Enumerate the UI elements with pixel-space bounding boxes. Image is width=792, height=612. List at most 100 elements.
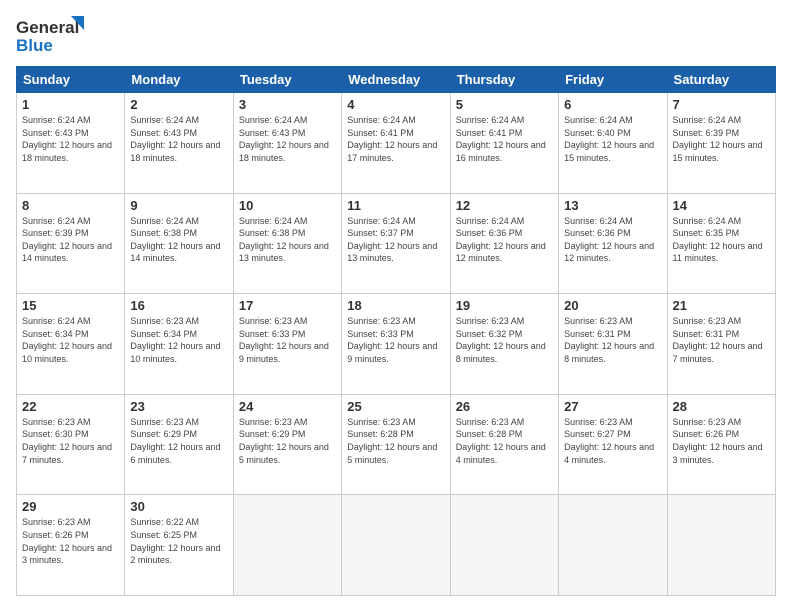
calendar-day-cell: 30 Sunrise: 6:22 AM Sunset: 6:25 PM Dayl… (125, 495, 233, 596)
calendar-day-cell: 2 Sunrise: 6:24 AM Sunset: 6:43 PM Dayli… (125, 93, 233, 194)
header: GeneralBlue (16, 16, 776, 56)
day-info: Sunrise: 6:24 AM Sunset: 6:39 PM Dayligh… (22, 215, 119, 265)
day-info: Sunrise: 6:24 AM Sunset: 6:36 PM Dayligh… (456, 215, 553, 265)
day-number: 24 (239, 399, 336, 414)
day-info: Sunrise: 6:23 AM Sunset: 6:29 PM Dayligh… (130, 416, 227, 466)
day-number: 10 (239, 198, 336, 213)
svg-text:General: General (16, 18, 79, 37)
calendar-day-cell: 7 Sunrise: 6:24 AM Sunset: 6:39 PM Dayli… (667, 93, 775, 194)
calendar-day-cell: 17 Sunrise: 6:23 AM Sunset: 6:33 PM Dayl… (233, 294, 341, 395)
day-number: 21 (673, 298, 770, 313)
calendar-day-cell: 12 Sunrise: 6:24 AM Sunset: 6:36 PM Dayl… (450, 193, 558, 294)
day-header-monday: Monday (125, 67, 233, 93)
day-info: Sunrise: 6:23 AM Sunset: 6:31 PM Dayligh… (673, 315, 770, 365)
day-number: 23 (130, 399, 227, 414)
calendar-day-cell: 19 Sunrise: 6:23 AM Sunset: 6:32 PM Dayl… (450, 294, 558, 395)
day-number: 20 (564, 298, 661, 313)
day-number: 11 (347, 198, 444, 213)
day-number: 3 (239, 97, 336, 112)
day-info: Sunrise: 6:24 AM Sunset: 6:43 PM Dayligh… (130, 114, 227, 164)
day-number: 9 (130, 198, 227, 213)
calendar-day-cell: 18 Sunrise: 6:23 AM Sunset: 6:33 PM Dayl… (342, 294, 450, 395)
calendar-day-cell: 13 Sunrise: 6:24 AM Sunset: 6:36 PM Dayl… (559, 193, 667, 294)
day-number: 27 (564, 399, 661, 414)
day-info: Sunrise: 6:23 AM Sunset: 6:33 PM Dayligh… (239, 315, 336, 365)
calendar-day-cell: 9 Sunrise: 6:24 AM Sunset: 6:38 PM Dayli… (125, 193, 233, 294)
calendar-day-cell: 27 Sunrise: 6:23 AM Sunset: 6:27 PM Dayl… (559, 394, 667, 495)
calendar-day-cell: 23 Sunrise: 6:23 AM Sunset: 6:29 PM Dayl… (125, 394, 233, 495)
day-info: Sunrise: 6:22 AM Sunset: 6:25 PM Dayligh… (130, 516, 227, 566)
calendar-day-cell: 1 Sunrise: 6:24 AM Sunset: 6:43 PM Dayli… (17, 93, 125, 194)
day-header-thursday: Thursday (450, 67, 558, 93)
calendar-week-row: 15 Sunrise: 6:24 AM Sunset: 6:34 PM Dayl… (17, 294, 776, 395)
day-info: Sunrise: 6:24 AM Sunset: 6:43 PM Dayligh… (239, 114, 336, 164)
calendar-header-row: SundayMondayTuesdayWednesdayThursdayFrid… (17, 67, 776, 93)
calendar-day-cell: 29 Sunrise: 6:23 AM Sunset: 6:26 PM Dayl… (17, 495, 125, 596)
calendar-table: SundayMondayTuesdayWednesdayThursdayFrid… (16, 66, 776, 596)
logo-icon: GeneralBlue (16, 16, 96, 56)
day-number: 8 (22, 198, 119, 213)
day-number: 18 (347, 298, 444, 313)
day-info: Sunrise: 6:24 AM Sunset: 6:35 PM Dayligh… (673, 215, 770, 265)
day-header-saturday: Saturday (667, 67, 775, 93)
calendar-week-row: 8 Sunrise: 6:24 AM Sunset: 6:39 PM Dayli… (17, 193, 776, 294)
day-info: Sunrise: 6:23 AM Sunset: 6:28 PM Dayligh… (347, 416, 444, 466)
day-number: 1 (22, 97, 119, 112)
day-number: 26 (456, 399, 553, 414)
logo: GeneralBlue (16, 16, 96, 56)
day-info: Sunrise: 6:24 AM Sunset: 6:34 PM Dayligh… (22, 315, 119, 365)
calendar-day-cell: 25 Sunrise: 6:23 AM Sunset: 6:28 PM Dayl… (342, 394, 450, 495)
day-header-tuesday: Tuesday (233, 67, 341, 93)
calendar-day-cell: 16 Sunrise: 6:23 AM Sunset: 6:34 PM Dayl… (125, 294, 233, 395)
day-info: Sunrise: 6:24 AM Sunset: 6:40 PM Dayligh… (564, 114, 661, 164)
day-number: 14 (673, 198, 770, 213)
day-number: 30 (130, 499, 227, 514)
day-info: Sunrise: 6:23 AM Sunset: 6:32 PM Dayligh… (456, 315, 553, 365)
calendar-day-cell: 28 Sunrise: 6:23 AM Sunset: 6:26 PM Dayl… (667, 394, 775, 495)
day-header-sunday: Sunday (17, 67, 125, 93)
day-number: 16 (130, 298, 227, 313)
day-number: 5 (456, 97, 553, 112)
day-number: 15 (22, 298, 119, 313)
calendar-day-cell: 24 Sunrise: 6:23 AM Sunset: 6:29 PM Dayl… (233, 394, 341, 495)
calendar-day-cell: 4 Sunrise: 6:24 AM Sunset: 6:41 PM Dayli… (342, 93, 450, 194)
day-info: Sunrise: 6:23 AM Sunset: 6:27 PM Dayligh… (564, 416, 661, 466)
calendar-day-cell (450, 495, 558, 596)
calendar-day-cell: 20 Sunrise: 6:23 AM Sunset: 6:31 PM Dayl… (559, 294, 667, 395)
day-info: Sunrise: 6:23 AM Sunset: 6:29 PM Dayligh… (239, 416, 336, 466)
day-number: 19 (456, 298, 553, 313)
calendar-week-row: 22 Sunrise: 6:23 AM Sunset: 6:30 PM Dayl… (17, 394, 776, 495)
day-info: Sunrise: 6:23 AM Sunset: 6:26 PM Dayligh… (22, 516, 119, 566)
day-info: Sunrise: 6:24 AM Sunset: 6:37 PM Dayligh… (347, 215, 444, 265)
day-info: Sunrise: 6:24 AM Sunset: 6:43 PM Dayligh… (22, 114, 119, 164)
day-info: Sunrise: 6:24 AM Sunset: 6:41 PM Dayligh… (456, 114, 553, 164)
calendar-day-cell (667, 495, 775, 596)
calendar-day-cell: 6 Sunrise: 6:24 AM Sunset: 6:40 PM Dayli… (559, 93, 667, 194)
day-info: Sunrise: 6:23 AM Sunset: 6:33 PM Dayligh… (347, 315, 444, 365)
day-number: 7 (673, 97, 770, 112)
day-info: Sunrise: 6:24 AM Sunset: 6:38 PM Dayligh… (239, 215, 336, 265)
calendar-day-cell: 15 Sunrise: 6:24 AM Sunset: 6:34 PM Dayl… (17, 294, 125, 395)
calendar-day-cell: 8 Sunrise: 6:24 AM Sunset: 6:39 PM Dayli… (17, 193, 125, 294)
day-number: 28 (673, 399, 770, 414)
day-number: 4 (347, 97, 444, 112)
calendar-day-cell: 11 Sunrise: 6:24 AM Sunset: 6:37 PM Dayl… (342, 193, 450, 294)
calendar-day-cell (559, 495, 667, 596)
calendar-day-cell: 22 Sunrise: 6:23 AM Sunset: 6:30 PM Dayl… (17, 394, 125, 495)
day-info: Sunrise: 6:23 AM Sunset: 6:31 PM Dayligh… (564, 315, 661, 365)
day-number: 22 (22, 399, 119, 414)
day-info: Sunrise: 6:23 AM Sunset: 6:28 PM Dayligh… (456, 416, 553, 466)
day-info: Sunrise: 6:24 AM Sunset: 6:36 PM Dayligh… (564, 215, 661, 265)
day-info: Sunrise: 6:24 AM Sunset: 6:39 PM Dayligh… (673, 114, 770, 164)
day-info: Sunrise: 6:23 AM Sunset: 6:30 PM Dayligh… (22, 416, 119, 466)
svg-text:Blue: Blue (16, 36, 53, 55)
calendar-day-cell: 14 Sunrise: 6:24 AM Sunset: 6:35 PM Dayl… (667, 193, 775, 294)
day-header-friday: Friday (559, 67, 667, 93)
day-info: Sunrise: 6:24 AM Sunset: 6:41 PM Dayligh… (347, 114, 444, 164)
day-number: 2 (130, 97, 227, 112)
day-number: 25 (347, 399, 444, 414)
day-info: Sunrise: 6:23 AM Sunset: 6:34 PM Dayligh… (130, 315, 227, 365)
day-number: 13 (564, 198, 661, 213)
day-info: Sunrise: 6:24 AM Sunset: 6:38 PM Dayligh… (130, 215, 227, 265)
day-info: Sunrise: 6:23 AM Sunset: 6:26 PM Dayligh… (673, 416, 770, 466)
